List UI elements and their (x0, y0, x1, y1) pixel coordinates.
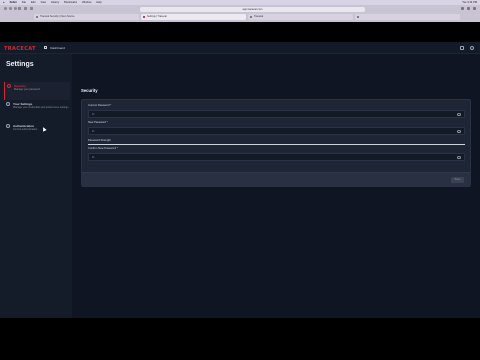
menubar-item-file[interactable]: File (22, 1, 26, 4)
user-avatar-icon[interactable] (470, 45, 474, 50)
sidebar-item-desc: Manage your credentials and preferences … (13, 106, 69, 109)
menubar-item-bookmarks[interactable]: Bookmarks (64, 1, 77, 4)
password-value: •• (92, 112, 95, 116)
browser-toolbar-left (18, 6, 33, 10)
window-controls[interactable] (4, 7, 17, 10)
tab-title: Settings | Tracecat (147, 15, 167, 18)
header-actions (460, 45, 474, 50)
key-icon (6, 124, 10, 128)
tab-strip: Tracecat Security | Open Source Settings… (34, 14, 460, 20)
browser-toolbar-right (461, 6, 476, 10)
back-icon[interactable] (24, 6, 27, 10)
browser-tab-active[interactable]: Settings | Tracecat (141, 14, 246, 20)
menubar-clock[interactable]: Tue 3:14 PM (462, 1, 477, 4)
save-button[interactable]: Save (451, 177, 464, 183)
favicon-icon (143, 16, 145, 18)
favicon-icon (250, 16, 252, 18)
sidebar-item-security[interactable]: Security Manage your password (4, 82, 70, 100)
browser-tab[interactable]: Tracecat (248, 14, 353, 20)
password-strength-bar (88, 143, 465, 145)
menubar-item-view[interactable]: View (40, 1, 46, 4)
browser-chrome: app.tracecat.com Tracecat Security | Ope… (0, 5, 480, 22)
grid-icon[interactable] (460, 45, 464, 50)
dashboard-label: Dashboard (50, 45, 65, 50)
confirm-password-label: Confirm New Password * (88, 147, 118, 150)
dashboard-icon (44, 45, 48, 50)
menubar-app-name[interactable]: Safari (10, 1, 17, 4)
sidebar-item-label: Your Settings (13, 101, 33, 106)
app-viewport: TRACECAT Dashboard Settings Security Man… (0, 42, 480, 318)
new-password-label: New Password * (88, 121, 108, 124)
menubar-item-window[interactable]: Window (82, 1, 91, 4)
tab-title: Tracecat Security | Open Source (40, 15, 75, 18)
dashboard-link[interactable]: Dashboard (44, 46, 65, 50)
current-password-field[interactable]: •• (88, 110, 465, 118)
confirm-password-field[interactable]: •• (88, 153, 465, 161)
new-password-field[interactable]: •• (88, 127, 465, 135)
security-form: Current Password * •• New Password * •• … (81, 99, 471, 187)
apple-icon[interactable]: ● (3, 1, 5, 4)
favicon-icon (36, 16, 38, 18)
sidebar-item-authentication[interactable]: Authentication Control authentication (4, 122, 70, 140)
eye-icon[interactable] (457, 113, 461, 116)
sidebar-item-your-settings[interactable]: Your Settings Manage your credentials an… (4, 100, 70, 120)
sidebar-item-desc: Manage your password (14, 88, 40, 91)
address-bar[interactable]: app.tracecat.com (140, 6, 365, 12)
sidebar-toggle-icon[interactable] (18, 6, 21, 10)
forward-icon[interactable] (30, 6, 33, 10)
menubar-item-help[interactable]: Help (96, 1, 101, 4)
password-strength-label: Password Strength (88, 138, 111, 142)
app-header: TRACECAT Dashboard (0, 42, 480, 54)
eye-icon[interactable] (457, 156, 461, 159)
password-value: •• (92, 155, 95, 159)
page-title: Security (81, 88, 98, 93)
current-password-label: Current Password * (88, 104, 112, 107)
password-value: •• (92, 129, 95, 133)
tab-title: Tracecat (254, 15, 264, 18)
new-tab-icon[interactable] (467, 6, 470, 10)
lock-icon (7, 84, 11, 88)
menubar-item-edit[interactable]: Edit (31, 1, 35, 4)
eye-icon[interactable] (457, 130, 461, 133)
app-logo[interactable]: TRACECAT (4, 46, 36, 52)
settings-sidebar: Settings Security Manage your password Y… (0, 54, 72, 318)
settings-title: Settings (6, 61, 34, 68)
tab-overview-icon[interactable] (473, 6, 476, 10)
browser-tab[interactable]: Tracecat Security | Open Source (34, 14, 139, 20)
browser-tab[interactable] (355, 14, 460, 20)
share-icon[interactable] (461, 6, 464, 10)
form-footer: Save (82, 172, 470, 186)
favicon-icon (357, 16, 359, 18)
user-icon (6, 102, 10, 106)
sidebar-item-label: Security (14, 83, 26, 88)
menubar-item-history[interactable]: History (51, 1, 59, 4)
sidebar-item-label: Authentication (13, 123, 34, 128)
